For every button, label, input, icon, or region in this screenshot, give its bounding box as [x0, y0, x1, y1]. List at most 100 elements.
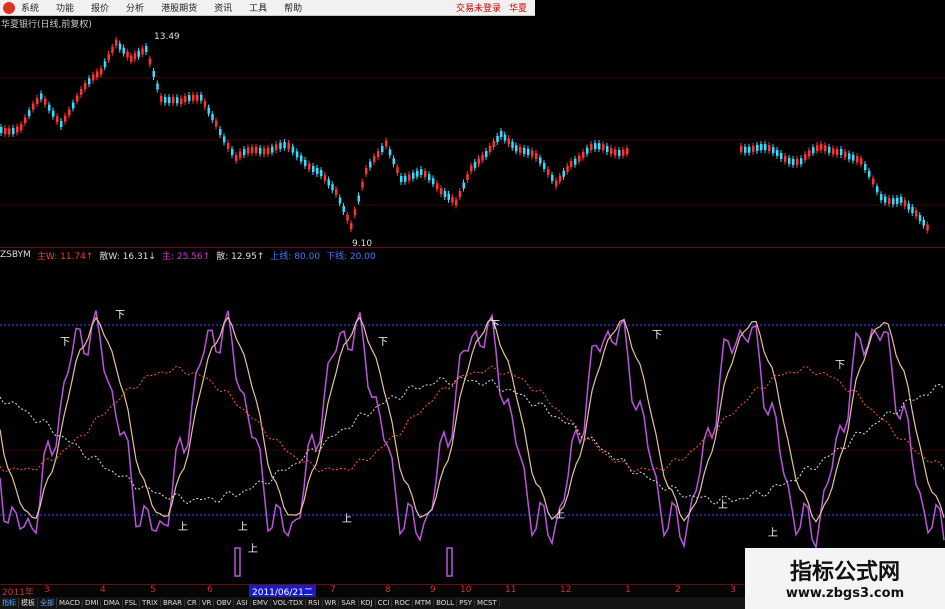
price-candle: [331, 184, 334, 191]
legend-upper-line: 上线: 80.00: [270, 251, 321, 262]
tab-boll[interactable]: BOLL: [434, 599, 458, 607]
tab-indicator[interactable]: 指标: [0, 598, 19, 608]
tab-obv[interactable]: OBV: [214, 599, 235, 607]
price-candle: [860, 158, 863, 165]
price-candle: [531, 150, 534, 157]
price-candle: [312, 166, 315, 173]
price-candle: [279, 142, 282, 149]
tab-vol-tdx[interactable]: VOL-TDX: [271, 599, 307, 607]
signal-box: [446, 547, 453, 577]
tab-cr[interactable]: CR: [185, 599, 200, 607]
up-marker: 上: [718, 499, 728, 511]
price-candle: [848, 153, 851, 160]
price-candle: [515, 145, 518, 152]
price-candle: [215, 120, 218, 127]
price-candle: [231, 148, 234, 155]
price-candle: [808, 150, 811, 157]
date-tick: 1: [625, 585, 631, 595]
tab-trix[interactable]: TRIX: [140, 599, 161, 607]
tab-fsl[interactable]: FSL: [123, 599, 140, 607]
tab-mcst[interactable]: MCST: [475, 599, 500, 607]
price-candle: [888, 197, 891, 204]
tab-kdj[interactable]: KDJ: [359, 599, 376, 607]
price-candle: [251, 146, 254, 153]
price-candle: [796, 158, 799, 165]
price-candle: [156, 83, 159, 90]
price-candle: [492, 140, 495, 147]
price-candle: [239, 151, 242, 158]
price-candle: [535, 153, 538, 160]
price-candle: [357, 195, 360, 202]
price-candle: [744, 146, 747, 153]
price-candle: [768, 145, 771, 152]
tab-emv[interactable]: EMV: [251, 599, 271, 607]
tab-vr[interactable]: VR: [200, 599, 215, 607]
price-candle: [122, 47, 125, 54]
price-candle: [451, 196, 454, 203]
price-candle: [172, 97, 175, 104]
price-candle: [752, 145, 755, 152]
price-candle: [740, 145, 743, 152]
tab-wr[interactable]: WR: [323, 599, 340, 607]
date-tick: 3: [730, 585, 736, 595]
price-candle: [323, 174, 327, 181]
price-candle: [876, 186, 879, 193]
price-candle: [503, 134, 507, 141]
tab-sar[interactable]: SAR: [339, 599, 359, 607]
price-candle: [408, 174, 411, 181]
price-candle: [547, 168, 550, 175]
price-candle: [416, 170, 419, 177]
price-candle: [369, 161, 372, 168]
price-candle: [618, 150, 621, 157]
price-candle: [800, 158, 803, 165]
price-candle: [598, 143, 601, 150]
tab-macd[interactable]: MACD: [57, 599, 83, 607]
up-marker: 上: [248, 543, 258, 555]
price-candle: [263, 148, 266, 155]
price-candle: [872, 178, 875, 185]
tab-all[interactable]: 全部: [38, 598, 57, 608]
price-candle: [896, 197, 899, 204]
price-candle: [72, 102, 75, 109]
retail-trend-line: [0, 365, 945, 473]
price-candle: [907, 203, 910, 210]
price-candle: [462, 182, 465, 189]
down-marker: 下: [652, 330, 662, 341]
date-tick: 11: [505, 585, 517, 595]
price-candle: [868, 170, 871, 177]
tab-rsi[interactable]: RSI: [306, 599, 323, 607]
tab-asi[interactable]: ASI: [234, 599, 251, 607]
price-candle: [168, 97, 171, 104]
price-candle: [539, 157, 542, 164]
price-candle: [176, 97, 179, 104]
price-candle: [748, 146, 751, 153]
price-candle: [760, 144, 763, 151]
price-candle: [365, 168, 368, 175]
price-candle: [590, 144, 593, 151]
tab-template[interactable]: 模板: [19, 598, 38, 608]
tab-cci[interactable]: CCI: [376, 599, 393, 607]
price-candle: [271, 146, 274, 153]
tab-brar[interactable]: BRAR: [161, 599, 185, 607]
price-candle: [308, 163, 311, 170]
price-candle: [852, 154, 855, 161]
price-candle: [481, 154, 484, 161]
price-candle: [926, 224, 929, 231]
tab-dma[interactable]: DMA: [101, 599, 123, 607]
price-candle: [828, 146, 831, 153]
price-candle: [477, 158, 480, 165]
tab-mtm[interactable]: MTM: [413, 599, 435, 607]
price-candle: [320, 170, 323, 177]
price-candle: [219, 128, 222, 135]
price-candle: [507, 138, 510, 145]
price-candle: [316, 168, 319, 175]
price-candle: [404, 175, 407, 182]
chart-canvas[interactable]: 下下 下下下下上 上上上 上上上: [0, 0, 945, 609]
price-candle: [455, 199, 458, 206]
tab-roc[interactable]: ROC: [392, 599, 413, 607]
tab-psy[interactable]: PSY: [457, 599, 476, 607]
price-candle: [776, 149, 779, 156]
tab-dmi[interactable]: DMI: [83, 599, 102, 607]
price-candle: [259, 147, 262, 154]
price-candle: [188, 95, 191, 102]
